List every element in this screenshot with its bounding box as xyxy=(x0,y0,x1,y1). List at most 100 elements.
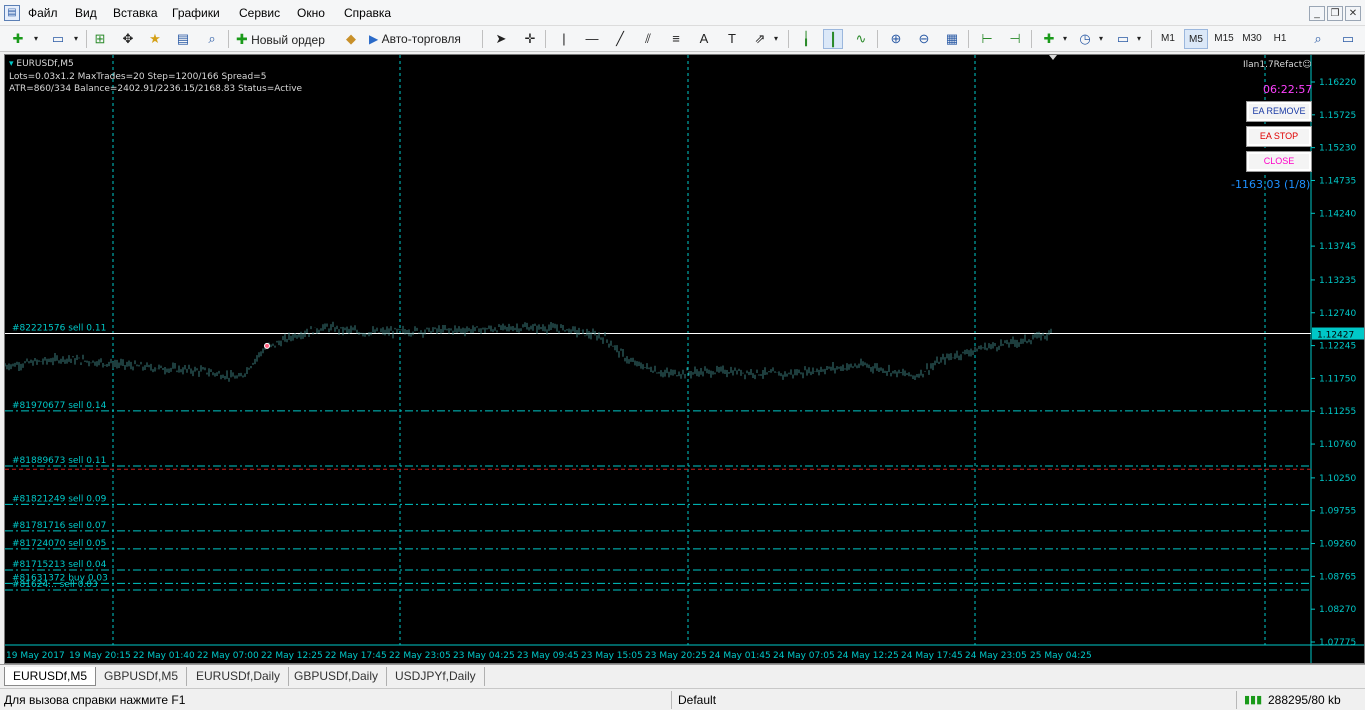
price-tick-label: 1.08765 xyxy=(1319,572,1356,582)
chart-shift-icon[interactable]: ⊣ xyxy=(1005,29,1025,49)
time-tick-label: 24 May 07:05 xyxy=(773,651,835,661)
app-icon[interactable]: ▤ xyxy=(4,5,20,21)
text-icon[interactable]: A xyxy=(694,29,714,49)
horizontal-line-icon[interactable]: — xyxy=(582,29,602,49)
crosshair-icon[interactable]: ✛ xyxy=(520,29,540,49)
toolbar-separator xyxy=(482,30,483,48)
chevron-down-icon[interactable]: ▾ xyxy=(1091,29,1111,49)
channel-icon[interactable]: ⫽ xyxy=(638,29,658,49)
price-tick-label: 1.11750 xyxy=(1319,374,1356,384)
order-line-label: #81781716 sell 0.07 xyxy=(12,521,106,531)
chevron-down-icon[interactable]: ▾ xyxy=(26,29,46,49)
tab-usdjpyf-daily[interactable]: USDJPYf,Daily xyxy=(387,667,485,686)
traffic-text: 288295/80 kb xyxy=(1268,693,1341,707)
candlestick-series xyxy=(5,321,1052,382)
bar-chart-icon[interactable]: ╽ xyxy=(796,29,816,49)
timeframe-m5-button[interactable]: M5 xyxy=(1184,29,1208,49)
tab-gbpusdf-m5[interactable]: GBPUSDf,M5 xyxy=(96,667,188,686)
status-bar: Для вызова справки нажмите F1 Default ▮▮… xyxy=(0,688,1365,710)
trendline-icon[interactable]: ╱ xyxy=(610,29,630,49)
restore-icon[interactable]: ❐ xyxy=(1327,6,1343,21)
price-tick-label: 1.11255 xyxy=(1319,407,1356,417)
terminal-icon[interactable]: ▤ xyxy=(173,29,193,49)
price-tick-label: 1.07775 xyxy=(1319,638,1356,648)
order-line-label: #81715213 sell 0.04 xyxy=(12,560,107,570)
chevron-down-icon[interactable]: ▾ xyxy=(766,29,786,49)
menu-tools[interactable]: Сервис xyxy=(239,6,280,20)
status-divider xyxy=(1236,691,1237,709)
smiley-icon: ☺ xyxy=(1302,60,1312,70)
chart-window[interactable]: 1.16220 1.15725 1.15230 1.14735 1.14240 1.137… xyxy=(4,54,1365,664)
cursor-icon[interactable]: ➤ xyxy=(491,29,511,49)
order-line-label: #81624... sell 0.03 xyxy=(12,580,98,590)
price-tick-label: 1.14240 xyxy=(1319,209,1356,219)
timeframe-m15-button[interactable]: M15 xyxy=(1212,29,1236,49)
price-tick-label: 1.10250 xyxy=(1319,474,1356,484)
timeframe-h1-button[interactable]: H1 xyxy=(1268,29,1292,49)
auto-scroll-icon[interactable]: ⊢ xyxy=(977,29,997,49)
auto-trading-label: Авто-торговля xyxy=(381,32,461,46)
meta-editor-icon[interactable]: ◆ xyxy=(341,29,361,49)
timeframe-m30-button[interactable]: M30 xyxy=(1240,29,1264,49)
close-icon[interactable]: ✕ xyxy=(1345,6,1361,21)
tab-gbpusdf-daily[interactable]: GBPUSDf,Daily xyxy=(286,667,388,686)
profile-name: Default xyxy=(678,693,717,707)
menu-file[interactable]: Файл xyxy=(28,6,58,20)
time-tick-label: 23 May 20:25 xyxy=(645,651,707,661)
bar-timer: 06:22:57 xyxy=(1263,83,1313,96)
tile-windows-icon[interactable]: ▦ xyxy=(942,29,962,49)
ea-remove-button[interactable]: EA REMOVE xyxy=(1246,101,1312,122)
menu-charts[interactable]: Графики xyxy=(172,6,220,20)
line-chart-icon[interactable]: ∿ xyxy=(851,29,871,49)
trade-entry-marker xyxy=(264,342,270,349)
toolbar-separator xyxy=(968,30,969,48)
candlestick-icon[interactable]: ┃ xyxy=(823,29,843,49)
auto-trading-button[interactable]: ▶ Авто-торговля xyxy=(369,29,461,49)
time-tick-label: 19 May 2017 xyxy=(6,651,65,661)
navigator-icon[interactable]: ★ xyxy=(145,29,165,49)
status-divider xyxy=(671,691,672,709)
tab-eurusdf-daily[interactable]: EURUSDf,Daily xyxy=(188,667,290,686)
price-tick-label: 1.16220 xyxy=(1319,78,1356,88)
tab-eurusdf-m5[interactable]: EURUSDf,M5 xyxy=(4,667,97,686)
minimize-icon[interactable]: _ xyxy=(1309,6,1325,21)
toolbar: ✚ ▾ ▭ ▾ ⊞ ✥ ★ ▤ ⌕ ✚ Новый ордер ◆ ▶ Авто… xyxy=(0,26,1365,52)
menu-window[interactable]: Окно xyxy=(297,6,325,20)
toolbar-separator xyxy=(545,30,546,48)
menu-insert[interactable]: Вставка xyxy=(113,6,158,20)
zoom-in-icon[interactable]: ⊕ xyxy=(886,29,906,49)
vertical-line-icon[interactable]: | xyxy=(554,29,574,49)
order-line-label: #81970677 sell 0.14 xyxy=(12,401,107,411)
search-icon[interactable]: ⌕ xyxy=(1308,29,1328,49)
ea-info-line-1: Lots=0.03x1.2 MaxTrades=20 Step=1200/166… xyxy=(9,72,267,82)
timeframe-m1-button[interactable]: M1 xyxy=(1156,29,1180,49)
tester-icon[interactable]: ⌕ xyxy=(202,29,222,49)
new-order-label: Новый ордер xyxy=(251,33,325,47)
toolbar-separator xyxy=(1031,30,1032,48)
menu-help[interactable]: Справка xyxy=(344,6,391,20)
time-tick-label: 22 May 07:00 xyxy=(197,651,259,661)
ea-stop-button[interactable]: EA STOP xyxy=(1246,126,1312,147)
profiles-icon[interactable]: ▭ xyxy=(48,29,68,49)
new-chart-icon[interactable]: ✚ xyxy=(8,29,28,49)
text-label-icon[interactable]: T xyxy=(722,29,742,49)
price-chart[interactable]: 1.16220 1.15725 1.15230 1.14735 1.14240 1.137… xyxy=(5,55,1364,663)
price-tick-label: 1.15725 xyxy=(1319,111,1356,121)
chevron-down-icon[interactable]: ▾ xyxy=(1129,29,1149,49)
fibonacci-icon[interactable]: ≡ xyxy=(666,29,686,49)
chat-icon[interactable]: ▭ xyxy=(1338,29,1358,49)
time-tick-label: 24 May 17:45 xyxy=(901,651,963,661)
chevron-down-icon[interactable]: ▾ xyxy=(1055,29,1075,49)
zoom-out-icon[interactable]: ⊖ xyxy=(914,29,934,49)
data-window-icon[interactable]: ✥ xyxy=(118,29,138,49)
menu-view[interactable]: Вид xyxy=(75,6,97,20)
toolbar-separator xyxy=(877,30,878,48)
new-order-button[interactable]: ✚ Новый ордер xyxy=(236,29,325,49)
close-button[interactable]: CLOSE xyxy=(1246,151,1312,172)
price-tick-label: 1.14735 xyxy=(1319,176,1356,186)
market-watch-icon[interactable]: ⊞ xyxy=(90,29,110,49)
chart-tabs: EURUSDf,M5 GBPUSDf,M5 EURUSDf,Daily GBPU… xyxy=(0,664,1365,688)
chevron-down-icon[interactable]: ▾ xyxy=(66,29,86,49)
ea-name-text: Ilan1.7Refact xyxy=(1243,60,1303,70)
time-tick-label: 22 May 12:25 xyxy=(261,651,323,661)
